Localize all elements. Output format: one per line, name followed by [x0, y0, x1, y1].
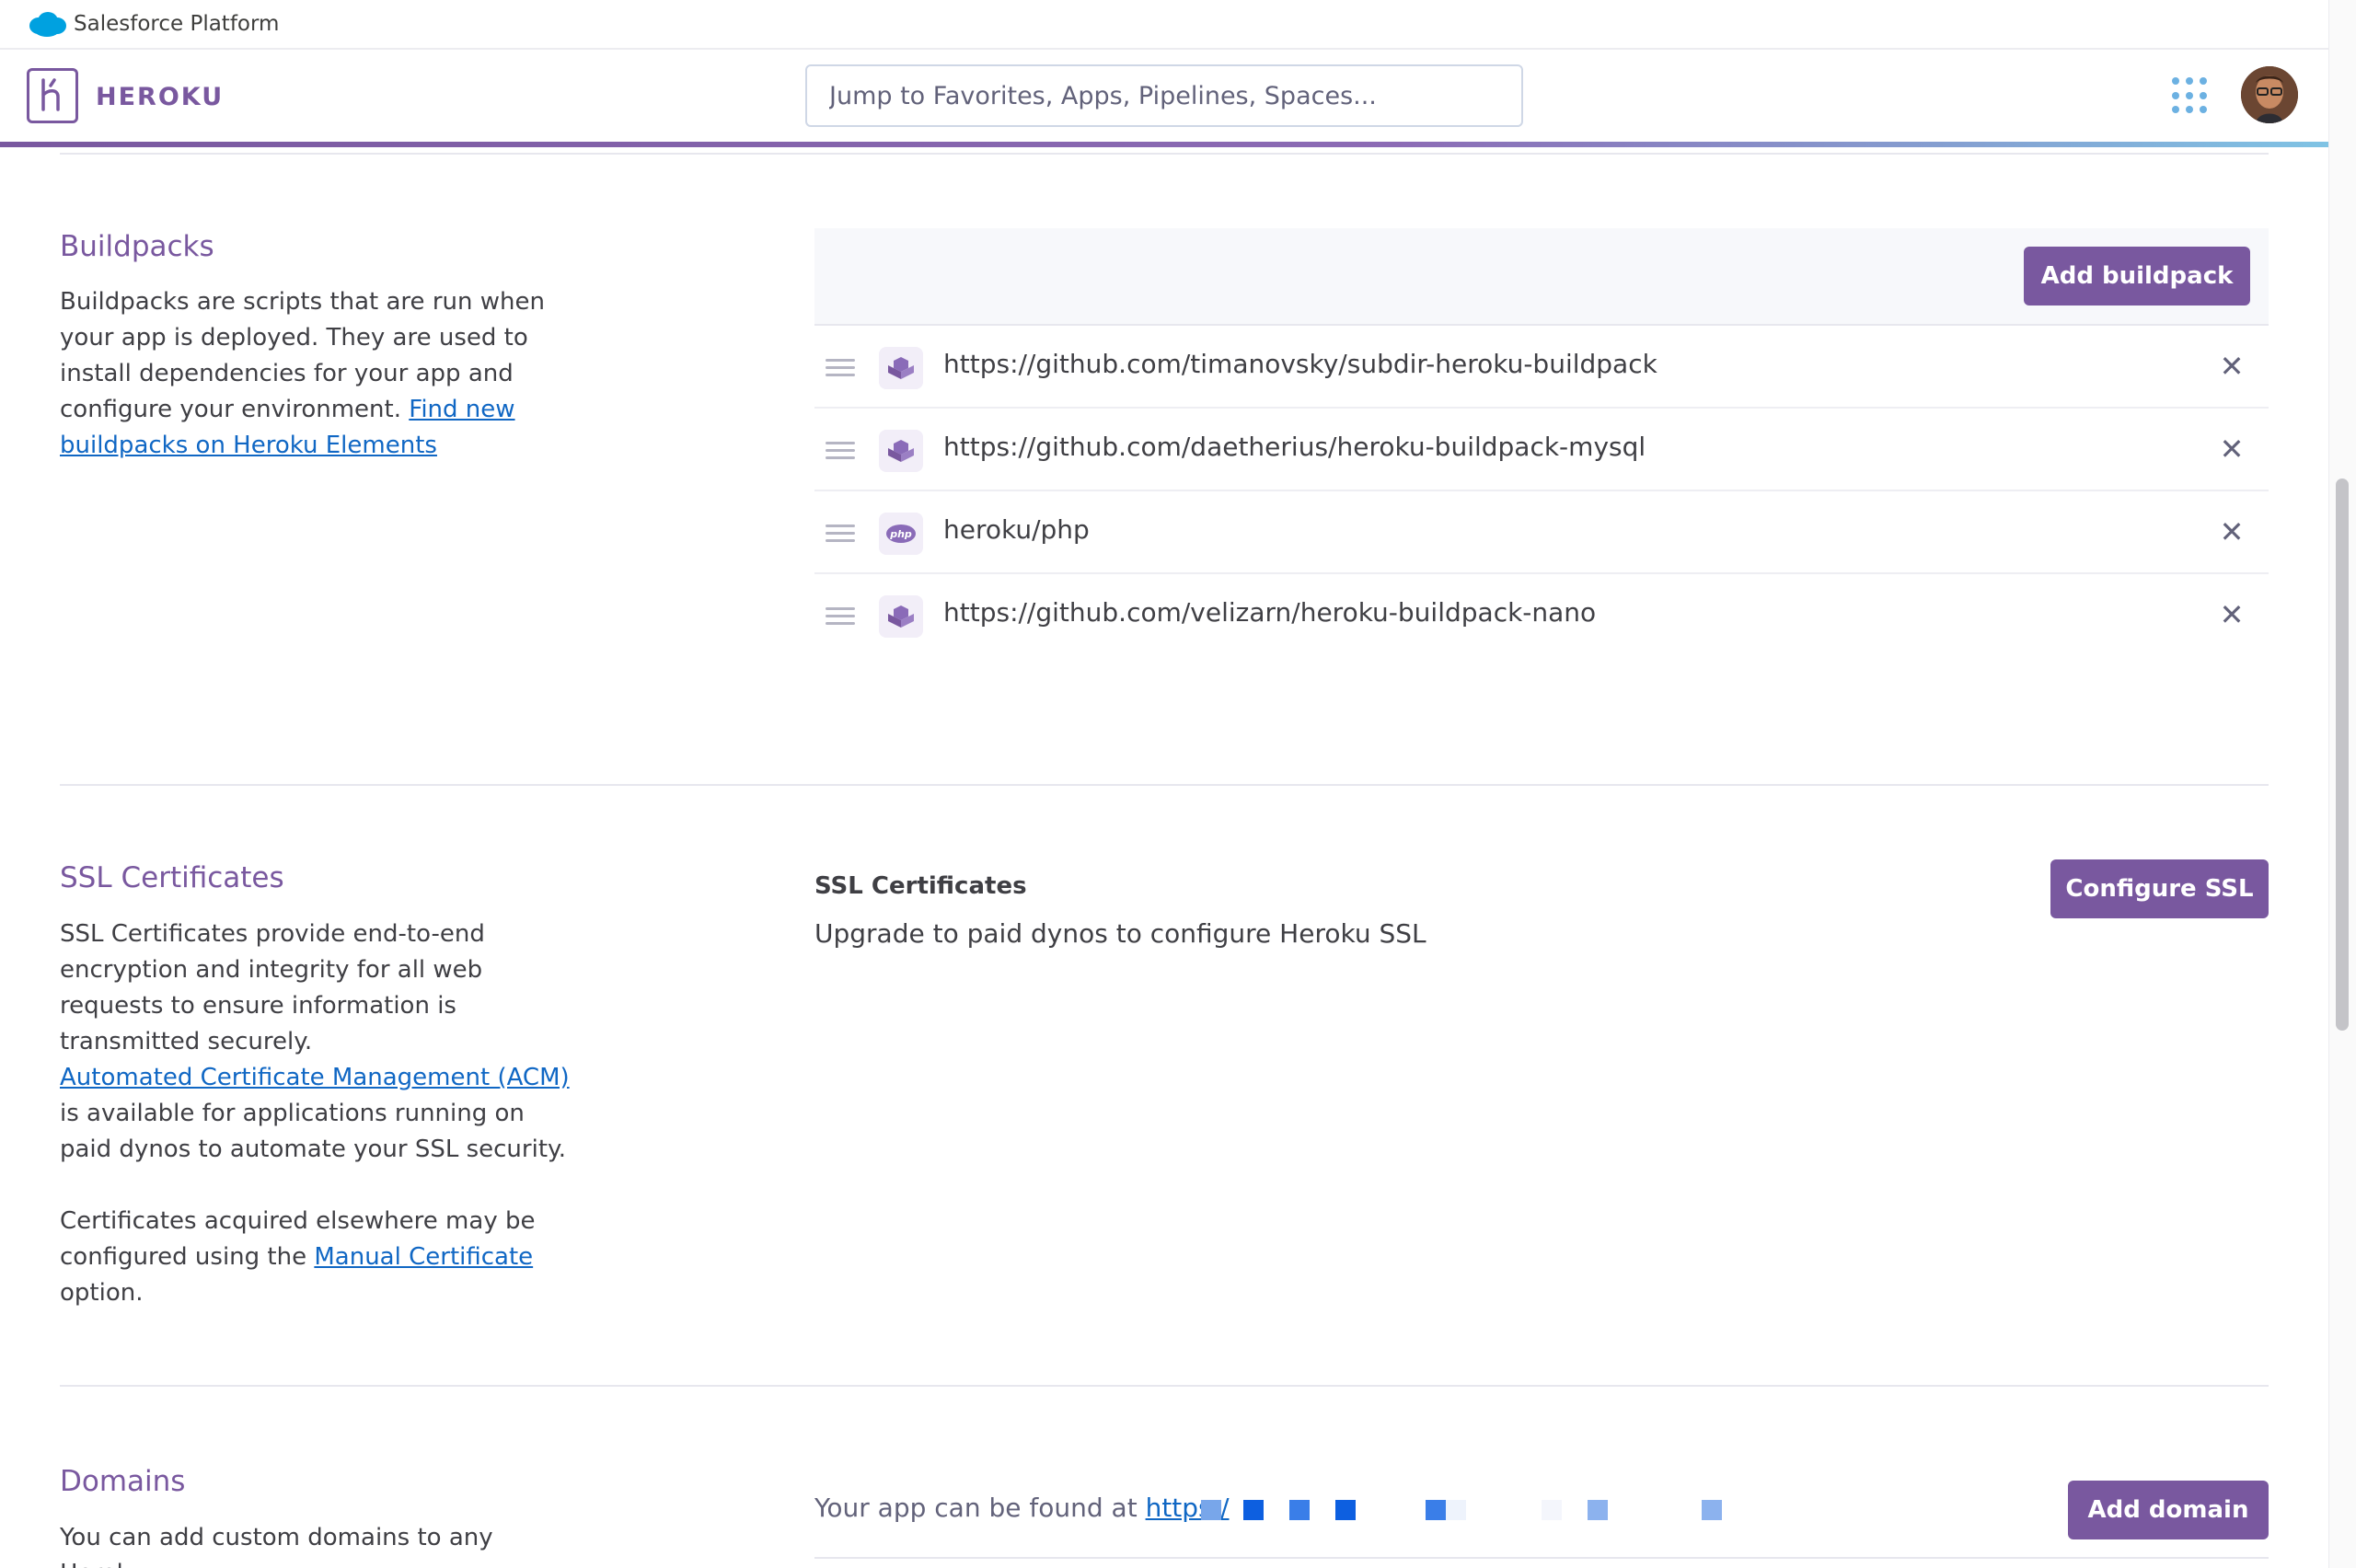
drag-handle-icon[interactable]	[826, 359, 855, 377]
add-buildpack-button[interactable]: Add buildpack	[2024, 247, 2250, 306]
redacted-pixel	[1542, 1500, 1562, 1520]
redacted-pixel	[1201, 1500, 1221, 1520]
redacted-pixel	[1289, 1500, 1310, 1520]
redacted-pixel	[1446, 1500, 1466, 1520]
salesforce-cloud-icon	[29, 12, 66, 37]
buildpacks-title: Buildpacks	[60, 230, 214, 263]
heroku-wordmark[interactable]: HEROKU	[96, 83, 224, 111]
domains-title: Domains	[60, 1465, 186, 1498]
redacted-pixel	[1335, 1500, 1356, 1520]
redacted-pixel	[1702, 1500, 1722, 1520]
buildpacks-panel: Add buildpack https://github.com/timanov…	[814, 228, 2269, 657]
php-icon: php	[879, 513, 923, 555]
add-domain-button[interactable]: Add domain	[2068, 1481, 2269, 1539]
drag-handle-icon[interactable]	[826, 525, 855, 543]
app-url-prefix: Your app can be found at	[814, 1493, 1138, 1523]
buildpacks-description: Buildpacks are scripts that are run when…	[60, 284, 575, 464]
drag-handle-icon[interactable]	[826, 442, 855, 460]
buildpack-url: https://github.com/timanovsky/subdir-her…	[943, 349, 1657, 379]
manual-certificate-link[interactable]: Manual Certificate	[314, 1243, 533, 1271]
drag-handle-icon[interactable]	[826, 607, 855, 626]
buildpack-url: https://github.com/velizarn/heroku-build…	[943, 597, 1597, 628]
redacted-pixel	[1588, 1500, 1608, 1520]
redacted-pixel	[1243, 1500, 1264, 1520]
buildpack-icon	[879, 347, 923, 389]
section-divider	[814, 1557, 2269, 1559]
buildpack-url: https://github.com/daetherius/heroku-bui…	[943, 432, 1646, 462]
buildpack-row: https://github.com/timanovsky/subdir-her…	[814, 326, 2269, 409]
svg-text:php: php	[889, 528, 912, 540]
ssl-description: SSL Certificates provide end-to-end encr…	[60, 917, 575, 1060]
remove-buildpack-close-icon[interactable]: ✕	[2215, 349, 2248, 384]
section-divider	[60, 153, 2269, 155]
buildpack-row: https://github.com/daetherius/heroku-bui…	[814, 409, 2269, 491]
redacted-pixel	[1426, 1500, 1446, 1520]
apps-grid-icon[interactable]	[2172, 77, 2209, 114]
manual-cert-suffix: option.	[60, 1279, 144, 1307]
app-url-line: Your app can be found at https:/	[814, 1493, 1230, 1523]
domains-description: You can add custom domains to any Heroku	[60, 1524, 493, 1568]
ssl-description-text: SSL Certificates provide end-to-end encr…	[60, 920, 485, 1055]
buildpack-row: php heroku/php ✕	[814, 491, 2269, 574]
salesforce-bar: Salesforce Platform	[0, 0, 2328, 50]
salesforce-platform-label: Salesforce Platform	[74, 12, 280, 36]
acm-link[interactable]: Automated Certificate Management (ACM)	[60, 1064, 570, 1091]
buildpack-icon	[879, 595, 923, 638]
buildpack-icon	[879, 430, 923, 472]
remove-buildpack-close-icon[interactable]: ✕	[2215, 432, 2248, 467]
remove-buildpack-close-icon[interactable]: ✕	[2215, 514, 2248, 549]
heroku-header: HEROKU	[0, 50, 2328, 144]
remove-buildpack-close-icon[interactable]: ✕	[2215, 597, 2248, 632]
acm-description-text: is available for applications running on…	[60, 1100, 566, 1163]
ssl-panel-heading: SSL Certificates	[814, 872, 1027, 900]
search-input[interactable]	[805, 64, 1523, 127]
acm-description: Automated Certificate Management (ACM) i…	[60, 1060, 575, 1168]
ssl-panel-text: Upgrade to paid dynos to configure Herok…	[814, 918, 1426, 949]
header-gradient-divider	[0, 142, 2328, 147]
manual-cert-description: Certificates acquired elsewhere may be c…	[60, 1204, 575, 1311]
ssl-certificates-title: SSL Certificates	[60, 861, 284, 894]
configure-ssl-button[interactable]: Configure SSL	[2050, 859, 2269, 918]
buildpacks-panel-header: Add buildpack	[814, 228, 2269, 326]
buildpack-row: https://github.com/velizarn/heroku-build…	[814, 574, 2269, 657]
heroku-logo-icon[interactable]	[27, 68, 78, 123]
buildpack-url: heroku/php	[943, 514, 1090, 545]
section-divider	[60, 1385, 2269, 1387]
scrollbar-thumb[interactable]	[2336, 478, 2349, 1031]
section-divider	[60, 784, 2269, 786]
avatar[interactable]	[2241, 66, 2298, 123]
